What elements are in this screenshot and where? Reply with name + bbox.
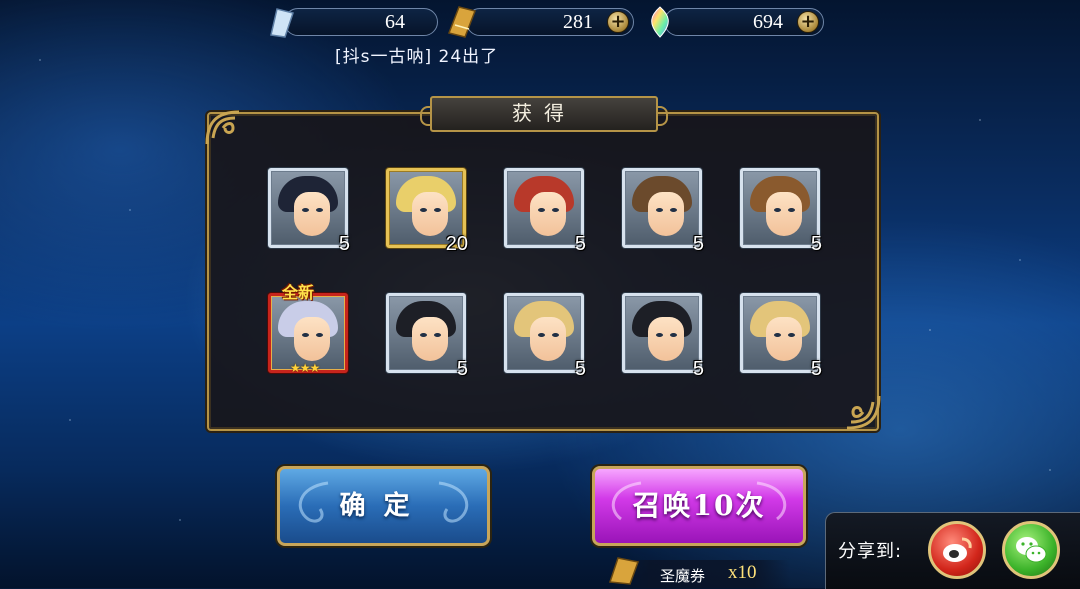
character-portrait [628,174,696,242]
ticket-cost-label: 圣魔券 [660,567,706,585]
character-card[interactable]: 5 [504,293,586,379]
character-card[interactable]: 5 [740,168,822,254]
card-frame [622,168,702,248]
summon-button-label: 召唤10次 [632,489,766,522]
character-portrait [274,299,342,367]
card-frame [504,293,584,373]
character-portrait [746,174,814,242]
wechat-icon [1016,537,1047,563]
panel-title: 获得 [420,96,668,132]
confirm-button-label: 确定 [339,491,428,521]
card-frame [386,293,466,373]
confirm-button[interactable]: 确定 [277,466,490,546]
new-badge: 全新 [282,283,315,302]
card-frame [504,168,584,248]
crystal-counter: 64 [270,8,438,38]
character-portrait [746,299,814,367]
character-card[interactable]: 5 [268,168,350,254]
crystal-value: 64 [385,11,405,33]
character-card[interactable]: 5 [504,168,586,254]
character-portrait [392,299,460,367]
summon-10x-button[interactable]: 召唤10次 [592,466,806,546]
character-card[interactable]: 5 [622,168,704,254]
card-count: 20 [445,233,468,255]
card-count: 5 [338,233,350,255]
ticket-cost-quantity: x10 [728,562,757,583]
card-count: 5 [574,358,586,380]
summon-ticket-icon [608,557,640,585]
rarity-stars: ★★★ [290,361,320,375]
character-card[interactable]: 5 [622,293,704,379]
card-count: 5 [692,233,704,255]
card-count: 5 [810,233,822,255]
ornament-top-left-icon [205,110,240,145]
gem-value: 694 [753,11,783,33]
scrolling-announcement: [抖s一古呐] 24出了 [335,47,499,67]
character-portrait [510,299,578,367]
ticket-counter: 281 + [447,6,634,38]
gold-ticket-icon [447,6,477,38]
card-frame [622,293,702,373]
card-count: 5 [810,358,822,380]
character-card[interactable]: 20 [386,168,468,254]
add-gem-button[interactable]: + [797,11,819,33]
character-card[interactable]: 5 [740,293,822,379]
crystal-icon [270,8,294,38]
card-count: 5 [692,358,704,380]
rainbow-gem-icon [651,6,669,38]
character-card[interactable]: 5 [386,293,468,379]
character-card[interactable]: 全新 ★★★ [268,283,348,375]
wechat-share-button[interactable] [1002,521,1060,579]
card-frame [268,168,348,248]
character-portrait [274,174,342,242]
character-portrait [392,174,460,242]
ticket-value: 281 [563,11,593,33]
weibo-icon [943,537,972,562]
card-frame [740,168,820,248]
summon-result-panel [207,112,879,431]
weibo-share-button[interactable] [928,521,986,579]
character-portrait [510,174,578,242]
card-frame [740,293,820,373]
card-count: 5 [574,233,586,255]
gem-counter: 694 + [651,6,824,38]
add-ticket-button[interactable]: + [607,11,629,33]
ornament-bottom-right-icon [846,395,881,430]
share-label: 分享到: [838,541,903,562]
card-count: 5 [456,358,468,380]
character-portrait [628,299,696,367]
